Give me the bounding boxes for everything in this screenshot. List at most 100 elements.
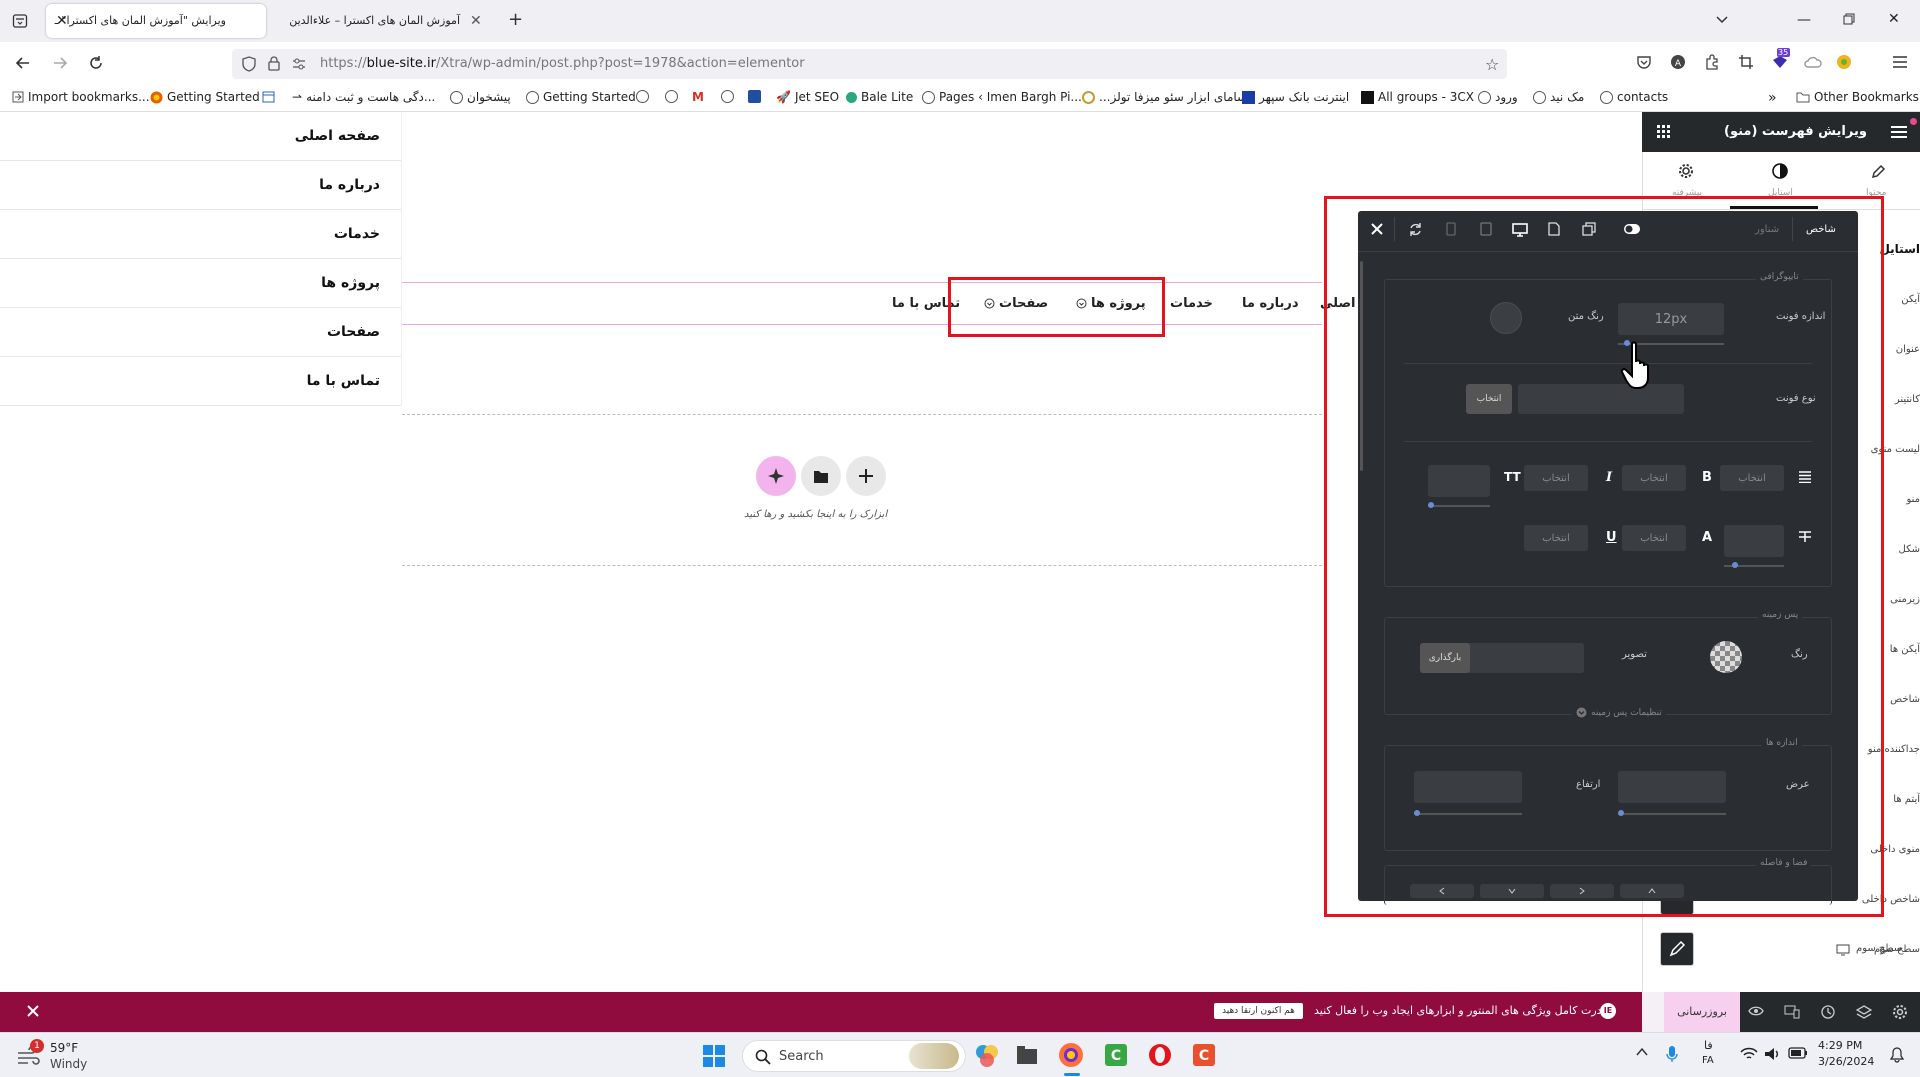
input-language-code[interactable]: FA: [1702, 1055, 1714, 1066]
chevron-down-icon[interactable]: [1715, 12, 1729, 26]
pocket-icon[interactable]: [1636, 54, 1652, 70]
input-language-fa[interactable]: فا: [1704, 1039, 1713, 1052]
list-item[interactable]: صفحه اصلی: [0, 112, 401, 161]
responsive-icon[interactable]: [1784, 1005, 1800, 1019]
section-item[interactable]: آیکن: [1901, 294, 1920, 305]
hamburger-icon[interactable]: [1890, 124, 1908, 140]
gear-icon[interactable]: [1892, 1004, 1908, 1020]
edit-item-button[interactable]: [1660, 932, 1694, 966]
layers-icon[interactable]: [1856, 1004, 1872, 1020]
list-item[interactable]: خدمات: [0, 210, 401, 259]
battery-icon[interactable]: [1788, 1047, 1808, 1059]
account-icon[interactable]: A: [1670, 54, 1686, 70]
more-bookmarks-button[interactable]: »: [1768, 90, 1777, 106]
section-item[interactable]: کانتینر: [1895, 394, 1920, 405]
chevron-up-icon[interactable]: [1636, 1047, 1648, 1057]
bookmark-item[interactable]: Import bookmarks...: [12, 90, 150, 104]
copilot-icon[interactable]: [974, 1043, 1000, 1069]
section-item[interactable]: زیرمنی: [1890, 594, 1920, 605]
eye-icon[interactable]: [1748, 1005, 1764, 1017]
ai-button[interactable]: [756, 456, 796, 496]
section-item[interactable]: شاخص: [1890, 694, 1920, 705]
tab-editor[interactable]: ✕ ویرایش "آموزش المان های اکسترا" ـ: [46, 4, 266, 38]
nav-item-services[interactable]: خدمات: [1170, 296, 1213, 311]
bookmark-item[interactable]: [748, 90, 761, 103]
restore-icon[interactable]: [1843, 13, 1855, 25]
close-icon[interactable]: ✕: [470, 13, 482, 29]
pencil-icon[interactable]: [1870, 164, 1886, 180]
bookmark-item[interactable]: Getting Started: [150, 90, 260, 104]
gear-icon[interactable]: [1678, 163, 1694, 179]
bookmark-item[interactable]: 🚀 Jet SEO: [776, 90, 839, 104]
camtasia-recorder-icon[interactable]: C: [1192, 1043, 1216, 1067]
bookmark-item[interactable]: اینترنت بانک سپهر: [1242, 90, 1349, 104]
section-item[interactable]: شکل: [1899, 544, 1920, 555]
cloud-icon[interactable]: [1804, 54, 1822, 70]
contrast-icon[interactable]: [1772, 163, 1788, 179]
windows-start-icon[interactable]: [703, 1045, 725, 1067]
bookmark-item[interactable]: contacts: [1600, 90, 1668, 104]
list-item[interactable]: صفحات: [0, 308, 401, 357]
taskbar-search[interactable]: Search: [742, 1040, 966, 1072]
bookmark-item[interactable]: [636, 90, 649, 103]
extension-badge-icon[interactable]: 35: [1770, 48, 1790, 70]
section-item[interactable]: عنوان: [1896, 344, 1920, 355]
section-item[interactable]: آیتم ها: [1893, 794, 1920, 805]
file-explorer-icon[interactable]: [1016, 1045, 1038, 1065]
hamburger-icon[interactable]: [1892, 55, 1908, 69]
crop-icon[interactable]: [1738, 54, 1754, 70]
forward-icon[interactable]: [52, 55, 68, 71]
camtasia-icon[interactable]: C: [1104, 1043, 1128, 1067]
history-icon[interactable]: [1820, 1004, 1836, 1020]
back-icon[interactable]: [15, 55, 31, 71]
url-bar[interactable]: https://blue-site.ir/Xtra/wp-admin/post.…: [232, 49, 1507, 79]
notifications-icon[interactable]: [1890, 1047, 1904, 1063]
bookmark-item[interactable]: All groups - 3CX: [1361, 90, 1474, 104]
close-icon[interactable]: [26, 1004, 40, 1018]
list-item[interactable]: تماس با ما: [0, 357, 401, 406]
upgrade-now-button[interactable]: هم اکنون ارتقا دهید: [1214, 1003, 1303, 1019]
bookmark-item[interactable]: ...دگی هاست و ثبت دامنه ⇀: [292, 90, 435, 104]
update-button[interactable]: بروزرسانی: [1664, 992, 1740, 1032]
site-permissions-icon[interactable]: [292, 57, 306, 71]
bookmark-item[interactable]: پیشخوان: [450, 90, 511, 104]
clock-date[interactable]: 3/26/2024: [1818, 1055, 1874, 1068]
microphone-icon[interactable]: [1666, 1045, 1678, 1063]
window-close-icon[interactable]: ✕: [1888, 11, 1900, 27]
bookmark-item[interactable]: [665, 90, 678, 103]
new-tab-button[interactable]: +: [508, 9, 523, 30]
reload-icon[interactable]: [88, 55, 104, 71]
shield-icon[interactable]: [242, 56, 256, 72]
bookmark-item[interactable]: مک نید: [1533, 90, 1584, 104]
section-item[interactable]: منو: [1906, 494, 1920, 505]
colorful-extension-icon[interactable]: [1836, 54, 1852, 70]
bookmark-star-icon[interactable]: ☆: [1485, 55, 1499, 74]
lock-icon[interactable]: [268, 56, 280, 71]
bookmark-item[interactable]: Bale Lite: [846, 90, 913, 104]
section-style-heading[interactable]: استایل: [1879, 242, 1920, 256]
section-item[interactable]: آیکن ها: [1890, 644, 1920, 655]
tab-list-icon[interactable]: [12, 13, 28, 29]
bookmark-item[interactable]: ورود: [1478, 90, 1518, 104]
nav-item-about[interactable]: درباره ما: [1242, 296, 1299, 311]
volume-icon[interactable]: [1764, 1046, 1782, 1062]
minimize-icon[interactable]: —: [1797, 12, 1811, 28]
tab-site[interactable]: ✕ آموزش المان های اکسترا – علاءالدین: [274, 4, 486, 38]
add-section-button[interactable]: [846, 456, 886, 496]
wifi-icon[interactable]: [1740, 1047, 1758, 1061]
other-bookmarks-folder[interactable]: Other Bookmarks: [1796, 90, 1919, 104]
bookmark-item[interactable]: Pages ‹ Imen Bargh Pi...: [922, 90, 1082, 104]
bookmark-item[interactable]: M: [692, 90, 704, 104]
bookmark-item[interactable]: ...سامای ابزار سئو میزفا تولز: [1082, 90, 1247, 104]
bookmark-item[interactable]: Getting Started: [526, 90, 636, 104]
template-library-button[interactable]: [801, 456, 841, 496]
clock-time[interactable]: 4:29 PM: [1818, 1039, 1862, 1052]
widgets-grid-icon[interactable]: [1656, 124, 1672, 140]
extensions-icon[interactable]: [1704, 54, 1720, 70]
bookmark-item[interactable]: [262, 90, 279, 103]
list-item[interactable]: درباره ما: [0, 161, 401, 210]
opera-icon[interactable]: [1148, 1043, 1172, 1067]
firefox-icon[interactable]: [1058, 1042, 1084, 1068]
list-item[interactable]: پروژه ها: [0, 259, 401, 308]
bookmark-item[interactable]: [721, 90, 734, 103]
